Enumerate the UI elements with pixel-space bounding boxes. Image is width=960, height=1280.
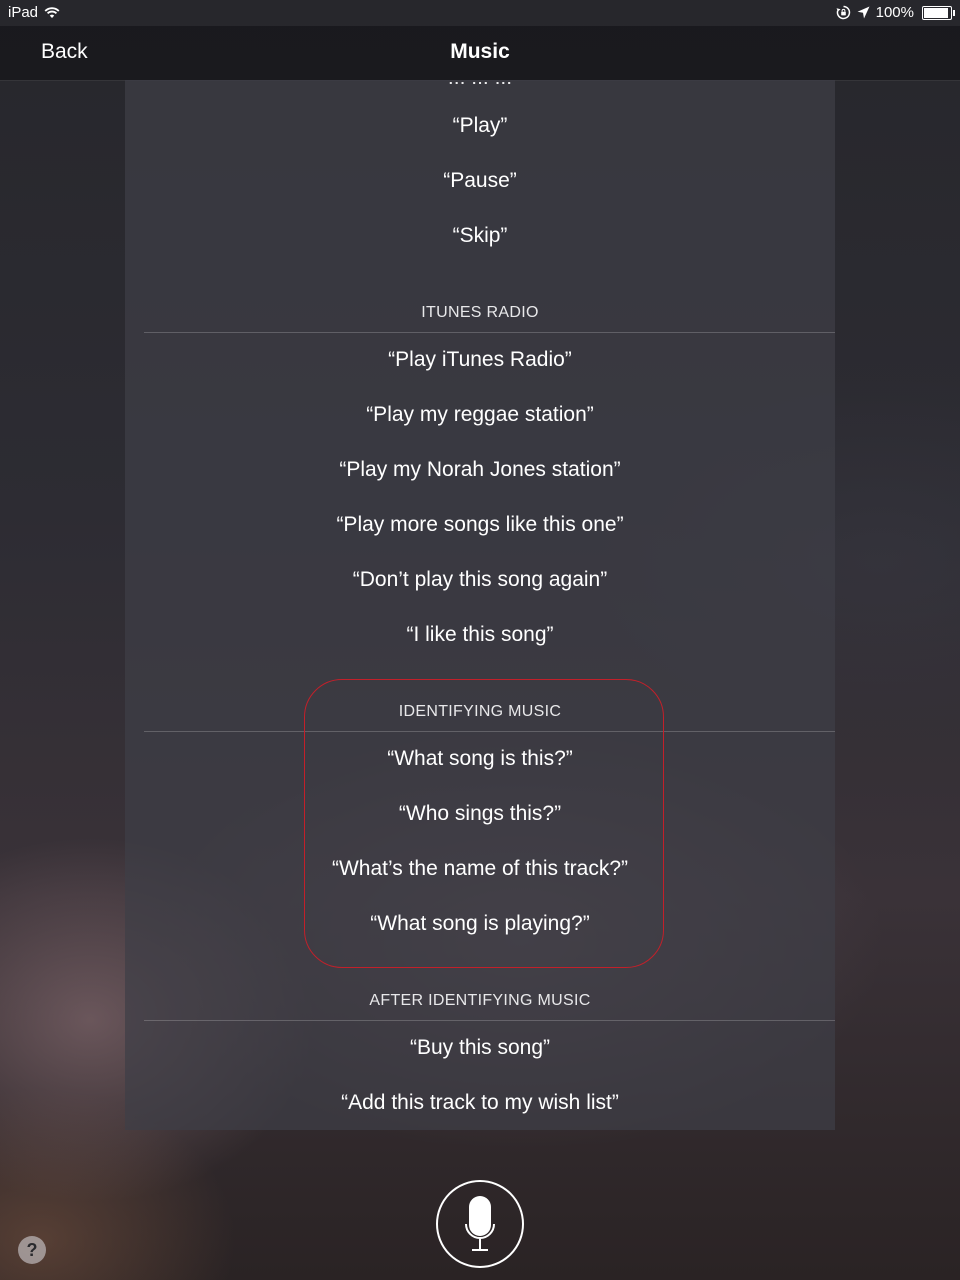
section-header-after-identifying-music: AFTER IDENTIFYING MUSIC [369,992,591,1009]
phrase-itunes-radio-5: “Don’t play this song again” [352,568,608,591]
siri-microphone-button[interactable] [436,1180,524,1268]
phrase-pause: “Pause” [443,169,517,192]
phrase-after-identifying-2: “Add this track to my wish list” [341,1091,619,1114]
section-header-identifying-music: IDENTIFYING MUSIC [398,703,562,720]
status-right: 100% [836,4,955,21]
phrase-identifying-3: “What’s the name of this track?” [331,857,629,880]
battery-nub [953,9,955,16]
phrase-itunes-radio-3: “Play my Norah Jones station” [339,458,621,481]
siri-help-panel[interactable]: “... ... ...” “Play” “Pause” “Skip” ITUN… [125,80,835,1130]
location-arrow-icon [857,6,870,19]
battery-fill [924,7,948,18]
phrase-identifying-2: “Who sings this?” [398,802,562,825]
help-button[interactable]: ? [18,1236,46,1264]
navigation-bar: Back Music [0,26,960,81]
section-divider [144,1020,835,1021]
battery-percent: 100% [875,4,914,21]
section-divider [144,332,835,333]
microphone-icon [465,1196,495,1251]
phrase-itunes-radio-4: “Play more songs like this one” [336,513,624,536]
section-divider [144,731,835,732]
phrase-itunes-radio-6: “I like this song” [406,623,554,646]
rotation-lock-icon [836,5,851,20]
phrase-itunes-radio-1: “Play iTunes Radio” [388,348,572,371]
phrase-skip: “Skip” [452,224,508,247]
phrase-itunes-radio-2: “Play my reggae station” [366,403,594,426]
phrase-play: “Play” [452,114,508,137]
phrase-after-identifying-1: “Buy this song” [409,1036,551,1059]
status-bar: iPad 100% [0,0,960,26]
section-header-itunes-radio: ITUNES RADIO [421,304,539,321]
phrase-identifying-4: “What song is playing?” [370,912,590,935]
page-title: Music [450,40,510,63]
status-left: iPad [8,4,60,21]
back-button[interactable]: Back [41,40,88,64]
device-name: iPad [8,4,39,21]
battery-icon [922,5,955,20]
wifi-icon [44,6,60,19]
cutoff-phrase: “... ... ...” [125,82,835,90]
phrase-identifying-1: “What song is this?” [387,747,573,770]
